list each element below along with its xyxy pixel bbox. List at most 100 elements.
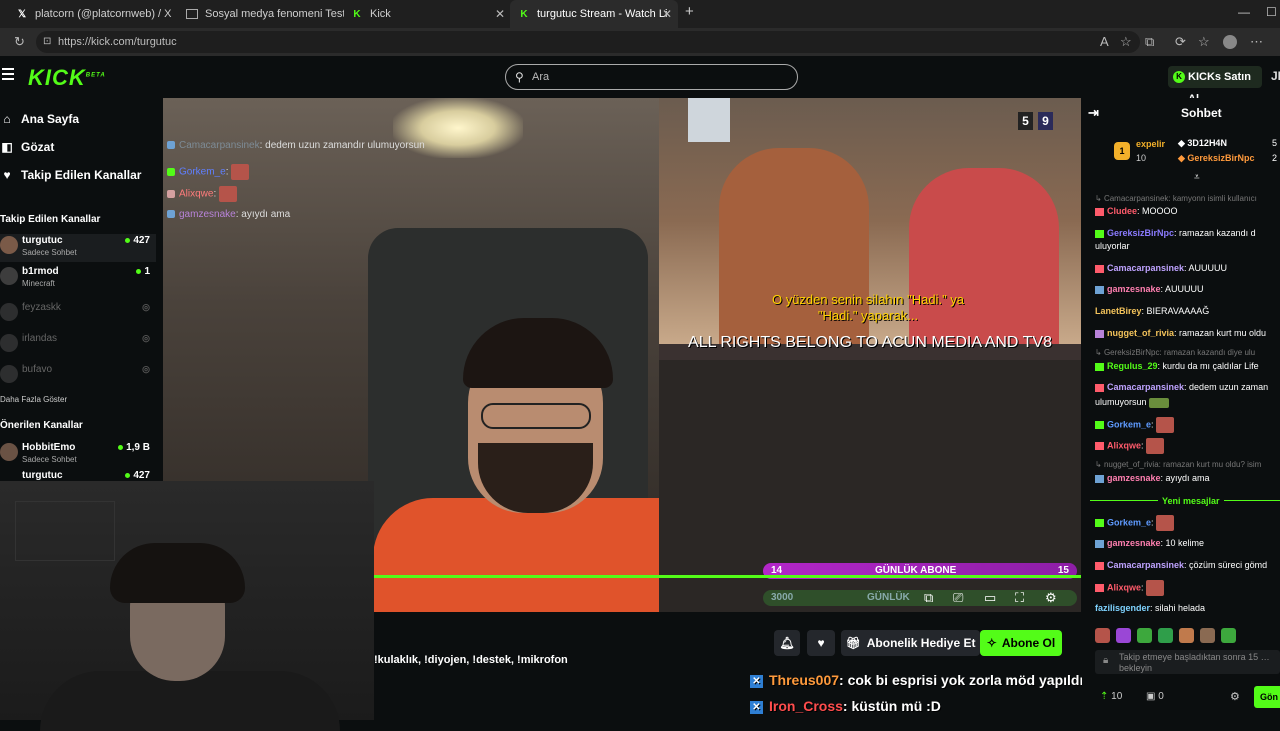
profile-avatar[interactable] <box>1223 35 1237 49</box>
subscribe-button[interactable]: ✧ Abone Ol <box>980 630 1062 656</box>
chat-message[interactable]: Alixqwe: <box>1095 580 1280 596</box>
recommended-channels-title: Önerilen Kanallar <box>0 420 83 431</box>
read-aloud-icon[interactable]: A <box>1100 34 1109 49</box>
collapse-chat-icon[interactable]: ⇥ <box>1088 105 1099 121</box>
chat-message[interactable]: gamzesnake: ayıydı ama <box>1095 472 1280 484</box>
sidebar-channel-hobbitemo[interactable]: HobbitEmo Sadece Sohbet 1,9 B <box>0 441 156 469</box>
live-dot-icon <box>118 444 124 450</box>
sidebar-channel-b1rmod[interactable]: b1rmod Minecraft 1 <box>0 265 156 293</box>
more-menu-icon[interactable]: ⋯ <box>1250 34 1263 50</box>
chat-message[interactable]: gamzesnake: AUUUUU <box>1095 283 1280 295</box>
sidebar-channel-bufavo[interactable]: bufavo ◎ <box>0 363 156 391</box>
ticker-chat-line: ✕ Iron_Cross: küstün mü :D <box>750 698 941 714</box>
chat-input[interactable]: 🔒︎ Takip etmeye başladıktan sonra 15 … b… <box>1095 650 1280 674</box>
chat-settings-gear-icon[interactable]: ⚙ <box>1230 690 1240 703</box>
chat-message[interactable]: Gorkem_e: <box>1095 515 1280 531</box>
chat-message[interactable]: Alixqwe: <box>1095 438 1280 454</box>
search-input[interactable]: ⚲ Ara <box>505 64 798 90</box>
live-dot-icon <box>125 472 131 478</box>
tab-kick[interactable]: K Kick ✕ <box>343 0 511 28</box>
url-field[interactable]: ⊡ https://kick.com/turgutuc <box>36 31 1140 53</box>
avatar <box>0 443 18 461</box>
buy-kicks-button[interactable]: K KICKs Satın Al <box>1168 66 1262 105</box>
chat-message[interactable]: LanetBirey: BIERAVAAAAĞ <box>1095 305 1280 317</box>
emote-icon[interactable] <box>1137 628 1152 643</box>
minimize-icon[interactable]: — <box>1238 5 1250 19</box>
extensions-icon[interactable]: ⧉ <box>1145 34 1154 50</box>
tab-x[interactable]: 𝕏 platcorn (@platcornweb) / X <box>8 0 176 28</box>
settings-gear-icon[interactable]: ⚙ <box>1045 590 1057 606</box>
tab-title: Kick <box>370 8 391 20</box>
tv-subtitle: O yüzden senin silahın "Hadi." ya "Hadi.… <box>771 292 965 323</box>
article-icon <box>186 9 198 19</box>
reply-icon: ↳ <box>1095 194 1104 203</box>
favorite-star-icon[interactable]: ☆ <box>1120 34 1132 50</box>
reload-icon[interactable]: ↻ <box>14 34 25 50</box>
stream-info-bar: !kulaklık, !diyojen, !destek, !mikrofon … <box>374 612 1082 720</box>
notification-bell-button[interactable]: 🔔︎ <box>774 630 800 656</box>
expand-chevron-icon[interactable]: ⩡ <box>1194 172 1200 183</box>
chat-message[interactable]: Camacarpansinek: çözüm süreci gömd <box>1095 559 1280 571</box>
clip-icon[interactable]: ⎚ <box>953 590 963 606</box>
fullscreen-icon[interactable]: ⛶ <box>1015 590 1024 606</box>
chat-message[interactable]: Camacarpansinek: dedem uzun zaman <box>1095 381 1280 393</box>
menu-icon[interactable] <box>2 68 14 83</box>
sidebar-channel-turgutuc[interactable]: turgutuc Sadece Sohbet 427 <box>0 234 156 262</box>
emote-icon <box>1156 417 1175 433</box>
chat-message[interactable]: Cludee: MOOOO <box>1095 205 1280 217</box>
inventory-count[interactable]: ▣ 0 <box>1146 691 1164 702</box>
sidebar-channel-turgutuc-recommended[interactable]: turgutuc 427 <box>0 471 156 481</box>
star-icon: ✧ <box>986 636 997 650</box>
emote-icon[interactable] <box>1116 628 1131 643</box>
chat-message[interactable]: Camacarpansinek: AUUUUU <box>1095 262 1280 274</box>
show-more-link[interactable]: Daha Fazla Göster <box>0 395 67 404</box>
send-chat-button[interactable]: Gön <box>1254 686 1280 708</box>
badge-icon <box>1095 264 1104 273</box>
chat-message[interactable]: fazilisgender: silahi helada <box>1095 602 1280 614</box>
emote-icon[interactable] <box>1179 628 1194 643</box>
maximize-icon[interactable]: ☐ <box>1266 5 1277 19</box>
follow-heart-button[interactable]: ♥ <box>807 630 835 656</box>
emote-icon[interactable] <box>1200 628 1215 643</box>
gift-sub-button[interactable]: 🎁︎ Abonelik Hediye Et <box>841 630 980 656</box>
user-menu[interactable]: JL <box>1271 69 1280 83</box>
channel-points[interactable]: ⇡ 10 <box>1100 691 1122 702</box>
inventory-icon: ▣ <box>1146 691 1159 702</box>
sync-icon[interactable]: ⟳ <box>1175 34 1186 50</box>
close-icon[interactable]: ✕ <box>495 7 505 21</box>
live-dot-icon <box>125 237 131 243</box>
sidebar: ⌂ Ana Sayfa ◧ Gözat ♥ Takip Edilen Kanal… <box>0 98 162 481</box>
avatar <box>0 334 18 352</box>
emote-icon[interactable] <box>1158 628 1173 643</box>
site-info-icon[interactable]: ⊡ <box>43 31 51 53</box>
chat-message[interactable]: gamzesnake: 10 kelime <box>1095 537 1280 549</box>
avatar <box>0 303 18 321</box>
sidebar-channel-feyzaskk[interactable]: feyzaskk ◎ <box>0 301 156 329</box>
close-icon[interactable]: ✕ <box>662 7 672 21</box>
emote-icon[interactable] <box>1221 628 1236 643</box>
collections-icon[interactable]: ☆ <box>1198 34 1210 50</box>
chat-message[interactable]: Regulus_29: kurdu da mı çaldılar Life <box>1095 360 1280 372</box>
chat-panel: ⇥ Sohbet 1 expelir 10 ◆ 3D12H4N 5 ◆ Gere… <box>1082 98 1280 720</box>
chat-message[interactable]: Gorkem_e: <box>1095 417 1280 433</box>
new-tab-button[interactable]: + <box>685 3 694 20</box>
theater-mode-icon[interactable]: ▭ <box>984 590 996 606</box>
badge-icon <box>1095 474 1104 483</box>
tab-turgutuc[interactable]: K turgutuc Stream - Watch Live on K… ✕ <box>510 0 678 28</box>
tv-host-inset <box>688 98 730 142</box>
tab-article[interactable]: Sosyal medya fenomeni Testo Tay… <box>178 0 344 28</box>
sidebar-channel-irlandas[interactable]: irlandas ◎ <box>0 332 156 360</box>
sidebar-item-home[interactable]: ⌂ Ana Sayfa <box>0 112 79 126</box>
badge-icon <box>1095 561 1104 570</box>
pip-icon[interactable]: ⧉ <box>924 590 933 606</box>
emote-icon[interactable] <box>1095 628 1110 643</box>
chat-message[interactable]: nugget_of_rivia: ramazan kurt mu oldu <box>1095 327 1280 339</box>
sidebar-item-browse[interactable]: ◧ Gözat <box>0 140 54 154</box>
secondary-goal-bar: 3000 GÜNLÜK <box>763 590 1077 606</box>
chat-title: Sohbet <box>1181 106 1222 120</box>
sidebar-item-following[interactable]: ♥ Takip Edilen Kanallar <box>0 168 141 182</box>
badge-icon <box>1095 285 1104 294</box>
chat-message[interactable]: GereksizBirNpc: ramazan kazandı d <box>1095 227 1280 239</box>
kick-logo[interactable]: KICKBETA <box>28 65 106 91</box>
gift-icon: ◆ <box>1178 138 1188 148</box>
